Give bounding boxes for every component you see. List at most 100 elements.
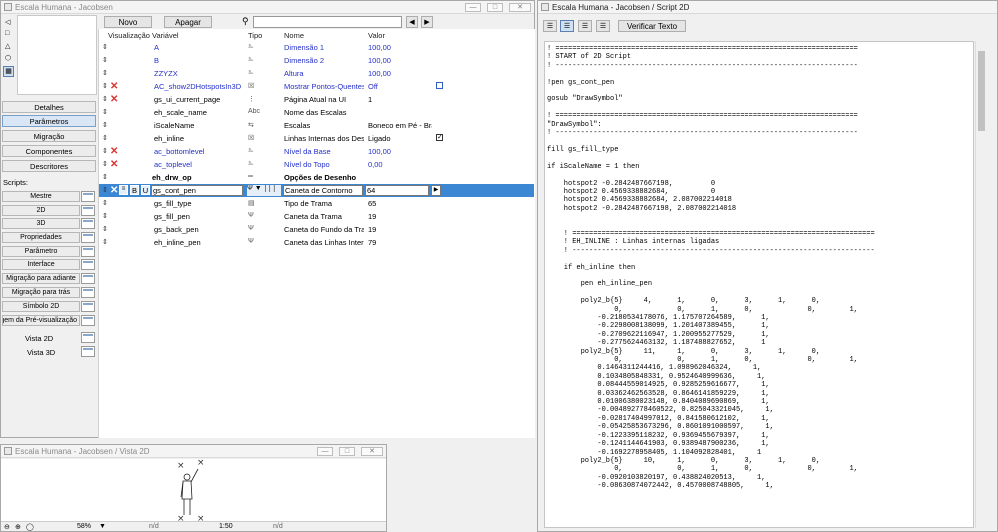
new-button[interactable]: Novo [104,16,152,28]
checkbox-checked[interactable]: ✓ [436,134,443,141]
script-interface[interactable]: Interface [2,259,80,270]
maximize-button[interactable]: □ [339,446,355,456]
parameter-value[interactable]: 100,00 [368,43,432,52]
move-handle-icon[interactable]: ⇕ [102,238,108,246]
prev-button[interactable]: ◀ [406,16,418,28]
script-2d[interactable]: 2D [2,205,80,216]
move-handle-icon[interactable]: ⇕ [102,43,108,51]
checkbox[interactable] [436,82,443,89]
move-handle-icon[interactable]: ⇕ [102,134,108,142]
grid-view-icon[interactable]: ▦ [3,66,14,77]
cube-icon[interactable]: ⬡ [5,54,11,62]
script-mestre[interactable]: Mestre [2,191,80,202]
zoom-out-icon[interactable]: ⊖ [4,523,10,531]
col-tipo[interactable]: Tipo [248,31,262,40]
window-icon[interactable] [81,301,95,312]
table-row[interactable]: ⇕ ✕ ☒ AC_show2DHotspotsIn3D Mostrar Pontos-Q… [99,80,534,93]
table-row[interactable]: ⇕ ✕ ⋮ gs_ui_current_page Página Atual na UI 1 [99,93,534,106]
parameter-value[interactable]: 19 [368,212,432,221]
hide-x-icon[interactable]: ✕ [110,186,118,196]
move-handle-icon[interactable]: ⇕ [102,121,108,129]
zoom-in-icon[interactable]: ⊕ [15,523,21,531]
outdent-icon[interactable]: ☰ [578,20,592,32]
window-icon[interactable] [81,218,95,229]
table-row[interactable]: ⇕ Abc eh_scale_name Nome das Escalas [99,106,534,119]
scale-value[interactable]: 1:50 [219,523,233,530]
format-icon[interactable]: ☰ [596,20,610,32]
window-icon[interactable] [81,205,95,216]
hide-x-icon[interactable]: ✕ [110,147,118,157]
parameter-value[interactable]: 65 [368,199,432,208]
move-handle-icon[interactable]: ⇕ [102,108,108,116]
minimize-button[interactable]: — [317,446,333,456]
move-handle-icon[interactable]: ⇕ [102,95,108,103]
bold-button[interactable]: B [130,185,139,195]
shape-icon[interactable]: △ [5,42,10,50]
script-vista-2d[interactable]: Vista 2D [25,334,53,343]
hide-x-icon[interactable]: ✕ [110,95,118,105]
table-row[interactable]: ⇕ ✕ ⎁ ac_bottomlevel Nível da Base 100,00 [99,145,534,158]
script-scrollbar[interactable] [975,41,985,528]
parameter-value[interactable]: 79 [368,238,432,247]
close-button[interactable]: ✕ [361,446,383,456]
table-row[interactable]: ⇕ ✕ ⎁ ac_toplevel Nível do Topo 0,00 [99,158,534,171]
table-row[interactable]: ⇕ ═ eh_drw_op Opções de Desenho [99,171,534,184]
move-handle-icon[interactable]: ⇕ [102,160,108,168]
underline-button[interactable]: U [141,185,150,195]
indent-icon[interactable]: ☰ [560,20,574,32]
parameter-value[interactable]: 100,00 [368,56,432,65]
move-handle-icon[interactable]: ⇕ [102,82,108,90]
col-valor[interactable]: Valor [368,31,385,40]
col-nome[interactable]: Nome [284,31,304,40]
parameter-value[interactable]: Off [368,82,432,91]
col-visualizacao[interactable]: Visualização [108,31,150,40]
list-icon[interactable]: ☰ [543,20,557,32]
move-handle-icon[interactable]: ⇕ [102,147,108,155]
close-button[interactable]: ✕ [509,2,531,12]
table-row[interactable]: ⇕ ▤ gs_fill_type Tipo de Trama 65 [99,197,534,210]
minimize-button[interactable]: — [465,2,481,12]
search-input[interactable] [253,16,402,28]
table-row[interactable]: ⇕ Ψgs_back_pen Caneta do Fundo da Tra... 19 [99,223,534,236]
next-button[interactable]: ▶ [421,16,433,28]
zoom-level[interactable]: 58% [77,523,91,530]
nav-componentes[interactable]: Componentes [2,145,96,157]
square-icon[interactable]: □ [5,30,9,37]
nav-descritores[interactable]: Descritores [2,160,96,172]
table-row[interactable]: ⇕ Ψeh_inline_pen Caneta das Linhas Intern.… [99,236,534,249]
window-icon[interactable] [81,273,95,284]
window-icon[interactable] [81,287,95,298]
window-icon[interactable] [81,232,95,243]
parameter-value[interactable]: Boneco em Pé - Bra... [368,121,432,130]
zoom-fit-icon[interactable]: ◯ [26,523,34,531]
nav-detalhes[interactable]: Detalhes [2,101,96,113]
window-icon[interactable] [81,315,95,326]
name-input[interactable]: Caneta de Contorno [283,185,363,196]
script-migracao-tras[interactable]: Migração para trás [2,287,80,298]
table-row[interactable]: ⇕ ⎁ ZZYZX Altura 100,00 [99,67,534,80]
table-row[interactable]: ⇕ ✕ ≡ B Ugs_cont_pen Ψ ▼ │││ Caneta de Contorn… [99,184,534,197]
script-vista-3d[interactable]: Vista 3D [27,348,55,357]
vista-canvas[interactable]: × × × × [1,459,386,521]
move-handle-icon[interactable]: ⇕ [102,173,108,181]
check-text-button[interactable]: Verificar Texto [618,20,686,32]
parameter-value[interactable]: 19 [368,225,432,234]
scrollbar-thumb[interactable] [978,51,985,131]
move-handle-icon[interactable]: ⇕ [102,199,108,207]
script-imagem-previsualizacao[interactable]: Imagem da Pré-visualização [2,315,80,326]
script-parametro[interactable]: Parâmetro [2,246,80,257]
hide-x-icon[interactable]: ✕ [110,82,118,92]
value-picker-button[interactable]: ▶ [431,185,441,196]
table-row[interactable]: ⇕ ⎁ A Dimensão 1 100,00 [99,41,534,54]
type-dropdown[interactable]: Ψ ▼ │││ [247,185,281,196]
script-propriedades[interactable]: Propriedades [2,232,80,243]
move-handle-icon[interactable]: ⇕ [102,56,108,64]
move-handle-icon[interactable]: ⇕ [102,212,108,220]
pointer-icon[interactable]: ◁ [5,18,10,26]
parameter-value[interactable]: 100,00 [368,147,432,156]
window-icon[interactable] [81,332,95,343]
zoom-dropdown-icon[interactable]: ▼ [99,523,106,530]
script-migracao-adiante[interactable]: Migração para adiante [2,273,80,284]
parameter-value[interactable]: 1 [368,95,432,104]
variable-input[interactable]: gs_cont_pen [151,185,243,196]
